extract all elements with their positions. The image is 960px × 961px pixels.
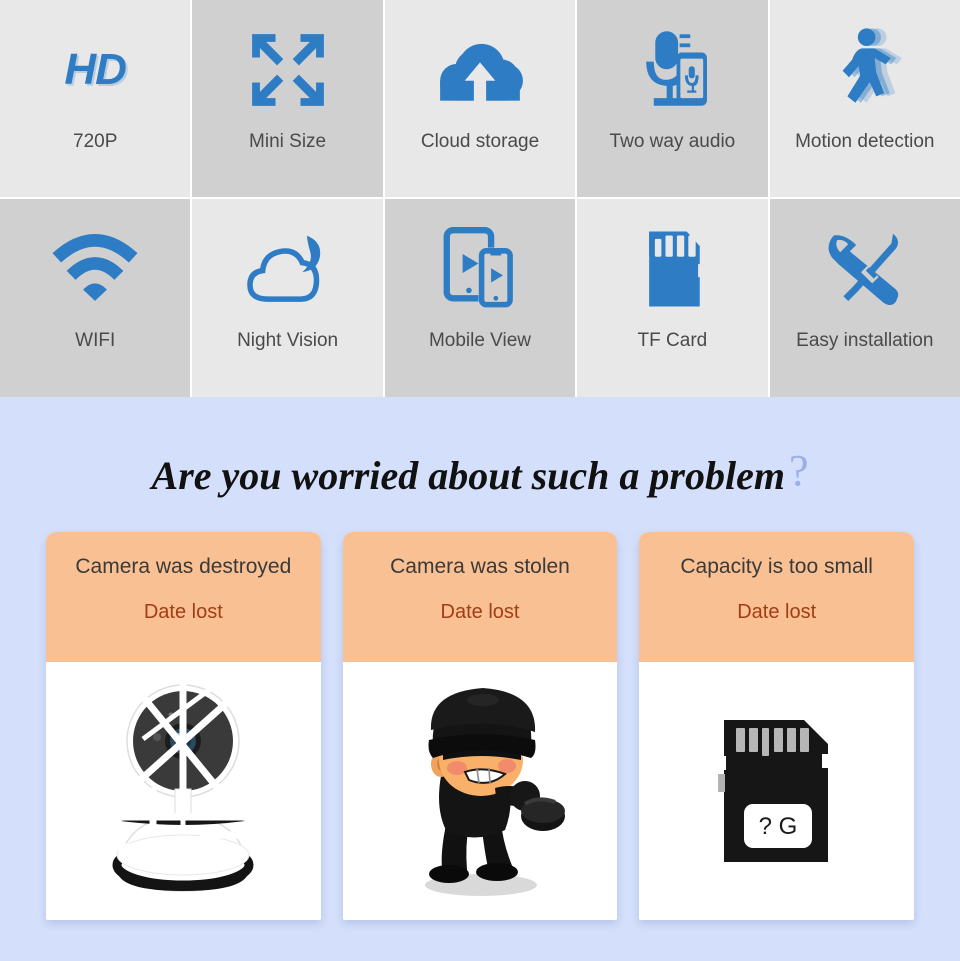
wifi-icon <box>0 221 190 317</box>
feature-label: Cloud storage <box>420 131 540 152</box>
feature-cell-night-vision[interactable]: Night Vision <box>192 199 383 399</box>
microphone-phone-icon <box>577 22 767 118</box>
problem-card-camera-stolen[interactable]: Camera was stolen Date lost <box>342 532 618 920</box>
hd-badge-icon: HD <box>64 45 127 94</box>
feature-cell-wifi[interactable]: WIFI <box>0 199 191 399</box>
feature-cell-motion-detection[interactable]: Motion detection <box>769 0 960 197</box>
card-header: Capacity is too small Date lost <box>639 532 915 662</box>
problem-card-camera-destroyed[interactable]: Camera was destroyed Date lost <box>46 532 321 920</box>
card-subtitle: Date lost <box>737 601 817 624</box>
card-illustration-area <box>342 662 618 920</box>
card-illustration-area: ? G <box>639 662 915 920</box>
problem-section-heading: Are you worried about such a problem? <box>0 397 960 499</box>
card-title: Camera was destroyed <box>75 555 292 578</box>
feature-cell-tf-card[interactable]: TF Card <box>577 199 768 399</box>
feature-cell-cloud-storage[interactable]: Cloud storage <box>384 0 576 197</box>
feature-label: Night Vision <box>237 330 339 351</box>
product-feature-page: HD 720P Mini Size Cloud storage Two way … <box>0 0 960 961</box>
problem-card-capacity-too-small[interactable]: Capacity is too small Date lost ? G <box>639 532 915 920</box>
broken-ip-camera-illustration <box>83 681 284 892</box>
cloud-moon-icon <box>192 221 382 317</box>
wrench-screwdriver-icon <box>770 221 960 317</box>
card-subtitle: Date lost <box>440 601 520 624</box>
card-subtitle: Date lost <box>143 601 223 624</box>
problem-cards-row: Camera was destroyed Date lost Camera wa… <box>46 532 915 920</box>
question-mark-icon: ? <box>788 446 809 495</box>
feature-grid: HD 720P Mini Size Cloud storage Two way … <box>0 0 960 399</box>
problem-section: Are you worried about such a problem? Ca… <box>0 397 960 961</box>
card-illustration-area <box>46 662 321 920</box>
feature-cell-easy-installation[interactable]: Easy installation <box>769 199 960 399</box>
feature-label: Easy installation <box>796 330 934 351</box>
compress-arrows-icon <box>192 22 382 118</box>
feature-label: Two way audio <box>609 131 736 152</box>
card-header: Camera was destroyed Date lost <box>46 532 321 662</box>
feature-cell-720p[interactable]: HD 720P <box>0 0 191 197</box>
walking-person-icon <box>770 22 960 118</box>
sd-card-icon <box>577 221 767 317</box>
feature-label: Mobile View <box>428 330 532 351</box>
heading-text: Are you worried about such a problem <box>151 453 785 498</box>
tablet-phone-play-icon <box>385 221 575 317</box>
feature-label: TF Card <box>637 330 708 351</box>
sd-card-illustration: ? G <box>717 720 836 862</box>
feature-label: Mini Size <box>249 131 327 152</box>
feature-label: Motion detection <box>795 131 935 152</box>
feature-label: WIFI <box>75 330 116 351</box>
feature-cell-two-way-audio[interactable]: Two way audio <box>577 0 768 197</box>
feature-label: 720P <box>73 131 118 152</box>
cloud-upload-icon <box>385 22 575 118</box>
feature-cell-mobile-view[interactable]: Mobile View <box>384 199 576 399</box>
card-header: Camera was stolen Date lost <box>342 532 618 662</box>
feature-cell-mini-size[interactable]: Mini Size <box>192 0 383 197</box>
card-title: Camera was stolen <box>390 555 570 578</box>
sd-card-capacity-label: ? G <box>758 813 797 840</box>
card-title: Capacity is too small <box>680 555 873 578</box>
cartoon-burglar-illustration <box>425 688 565 896</box>
